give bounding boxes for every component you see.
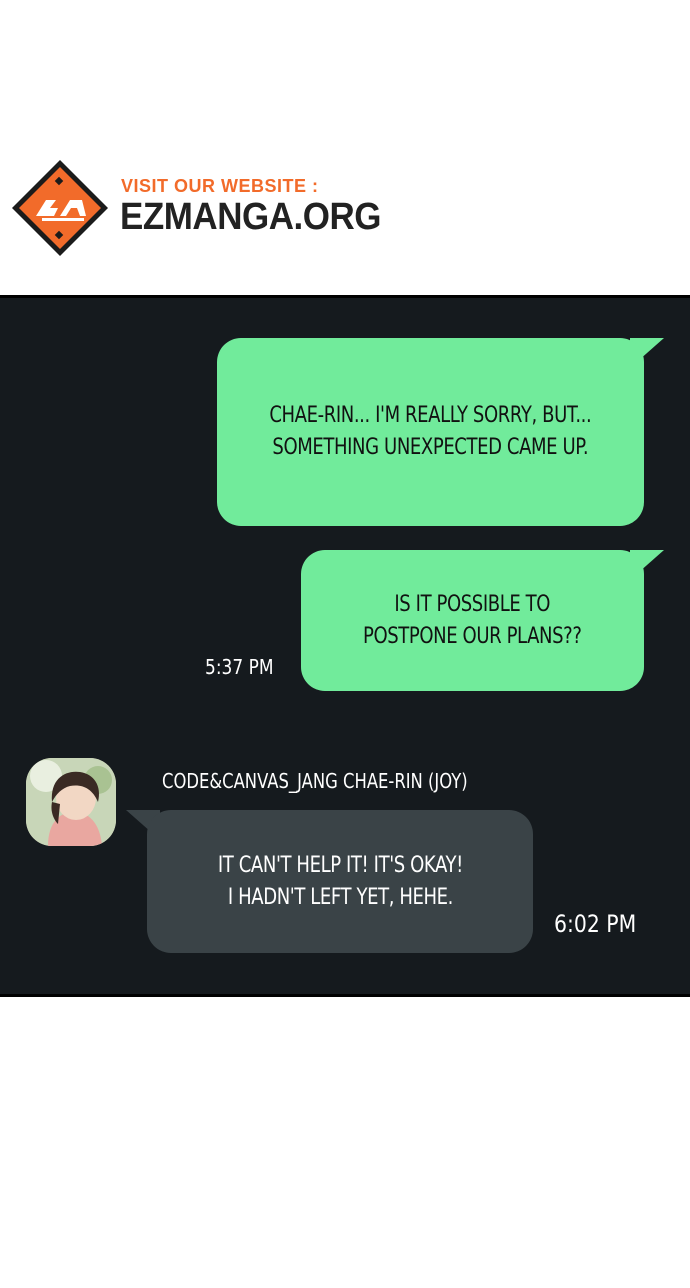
sent-message-bubble: CHAE-RIN... I'M REALLY SORRY, BUT... SOM… bbox=[217, 338, 644, 526]
message-line: SOMETHING UNEXPECTED CAME UP. bbox=[272, 435, 589, 460]
avatar[interactable] bbox=[26, 758, 116, 846]
page-background bbox=[0, 997, 690, 1288]
message-timestamp: 6:02 PM bbox=[554, 910, 637, 938]
message-line: CHAE-RIN... I'M REALLY SORRY, BUT... bbox=[269, 403, 592, 428]
received-message-bubble: IT CAN'T HELP IT! IT'S OKAY! I HADN'T LE… bbox=[147, 810, 533, 953]
message-line: I HADN'T LEFT YET, HEHE. bbox=[227, 884, 453, 910]
visit-website-label: VISIT OUR WEBSITE : bbox=[121, 176, 319, 196]
message-line: IS IT POSSIBLE TO bbox=[394, 591, 551, 617]
website-name[interactable]: EZMANGA.ORG bbox=[120, 196, 381, 239]
profile-picture bbox=[26, 758, 116, 846]
message-line: IT CAN'T HELP IT! IT'S OKAY! bbox=[217, 852, 463, 878]
website-banner: VISIT OUR WEBSITE : EZMANGA.ORG bbox=[0, 0, 690, 295]
message-line: POSTPONE OUR PLANS?? bbox=[363, 623, 582, 649]
sent-message-bubble: IS IT POSSIBLE TO POSTPONE OUR PLANS?? bbox=[301, 550, 644, 691]
sender-name: CODE&CANVAS_JANG CHAE-RIN (JOY) bbox=[162, 769, 468, 793]
message-timestamp: 5:37 PM bbox=[205, 655, 274, 679]
ezmanga-logo-icon bbox=[12, 160, 108, 256]
